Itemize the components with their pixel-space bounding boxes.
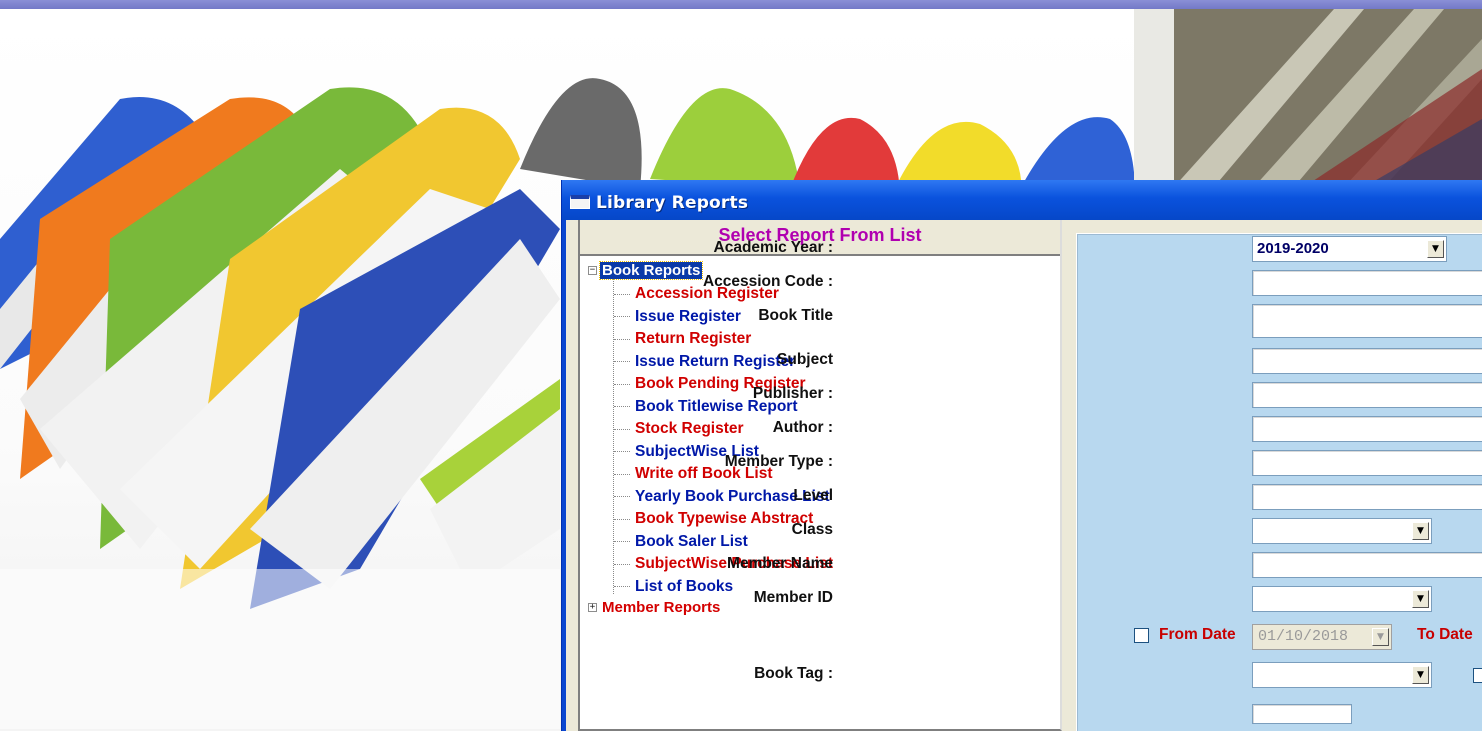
window-icon (570, 195, 590, 209)
tree-node-report[interactable]: Book Saler List (614, 531, 748, 553)
collapse-icon[interactable]: − (588, 265, 597, 275)
window-titlebar[interactable]: Library Reports (562, 180, 1482, 220)
tree-connector (614, 496, 630, 497)
tree-node-book-reports[interactable]: − Book Reports (588, 260, 704, 280)
from-date-checkbox[interactable] (1134, 628, 1149, 643)
dropdown-arrow-icon[interactable]: ▼ (1412, 590, 1429, 608)
to-date-label: To Date (1417, 626, 1473, 643)
academic-year-select[interactable]: 2019-2020 ▼ (1252, 236, 1447, 262)
library-shelf-photo (1134, 9, 1482, 187)
subject-label: Subject (777, 351, 833, 368)
tree-node-report[interactable]: Issue Return Register (614, 351, 795, 373)
tree-node-label[interactable]: Book Reports (598, 260, 704, 280)
report-filter-panel: Academic Year : 2019-2020 ▼ Accession Co… (703, 233, 1482, 731)
tree-connector (614, 316, 630, 317)
from-date-picker[interactable]: 01/10/2018 ▼ (1252, 624, 1392, 650)
accession-code-label: Accession Code : (702, 273, 833, 290)
tree-node-report[interactable]: List of Books (614, 576, 733, 598)
from-date-value: 01/10/2018 (1258, 628, 1349, 645)
desktop-top-strip (0, 0, 1482, 9)
tree-connector (614, 383, 630, 385)
tree-connector (614, 451, 630, 452)
window-title: Library Reports (596, 193, 749, 213)
tree-node-report[interactable]: Issue Register (614, 306, 741, 328)
publisher-input[interactable] (1252, 382, 1482, 408)
tree-connector (614, 293, 630, 295)
report-list-panel: Select Report From List − Book Reports A… (578, 220, 1062, 731)
member-name-input[interactable] (1252, 552, 1482, 578)
book-title-input[interactable] (1252, 304, 1482, 338)
tree-connector (614, 518, 630, 520)
academic-year-value: 2019-2020 (1257, 240, 1329, 257)
tree-node-report[interactable]: Stock Register (614, 418, 744, 440)
tree-connector (614, 563, 630, 565)
tree-connector (614, 406, 630, 407)
book-tag-checkbox[interactable] (1473, 668, 1482, 683)
member-type-label: Member Type : (724, 453, 833, 470)
dropdown-arrow-icon[interactable]: ▼ (1427, 240, 1444, 258)
expand-icon[interactable]: + (588, 602, 597, 612)
class-select[interactable]: ▼ (1252, 518, 1432, 544)
dropdown-arrow-icon[interactable]: ▼ (1412, 666, 1429, 684)
tree-node-label[interactable]: Return Register (635, 330, 751, 348)
subject-input[interactable] (1252, 348, 1482, 374)
window-client-area: Select Report From List − Book Reports A… (566, 220, 1482, 731)
tree-node-member-reports[interactable]: + Member Reports (588, 597, 722, 617)
library-reports-window: Library Reports Select Report From List … (561, 180, 1482, 731)
book-tag-select[interactable]: ▼ (1252, 662, 1432, 688)
dropdown-arrow-icon[interactable]: ▼ (1412, 522, 1429, 540)
tree-connector (614, 361, 630, 362)
member-id-select[interactable]: ▼ (1252, 586, 1432, 612)
tree-node-label[interactable]: Book Saler List (635, 533, 748, 551)
member-name-label: Member Name (727, 555, 833, 572)
book-tag-label: Book Tag : (754, 665, 833, 682)
class-label: Class (791, 521, 833, 538)
publisher-label: Publisher : (752, 385, 833, 402)
tree-connector (614, 586, 630, 587)
accession-code-input[interactable] (1252, 270, 1482, 296)
author-label: Author : (772, 419, 833, 436)
tree-node-label[interactable]: Stock Register (635, 420, 744, 438)
author-input[interactable] (1252, 416, 1482, 442)
tree-connector (614, 428, 630, 430)
book-title-label: Book Title (758, 307, 833, 324)
member-type-input[interactable] (1252, 450, 1482, 476)
tree-node-report[interactable]: Return Register (614, 328, 751, 350)
tree-node-label[interactable]: List of Books (635, 578, 733, 596)
tree-connector (614, 473, 630, 475)
partial-input[interactable] (1252, 704, 1352, 724)
dropdown-arrow-icon[interactable]: ▼ (1372, 628, 1389, 646)
tree-node-label[interactable]: Issue Return Register (635, 353, 795, 371)
tree-connector (614, 338, 630, 340)
tree-node-report[interactable]: Book Typewise Abstract (614, 508, 813, 530)
tree-node-label[interactable]: Book Typewise Abstract (635, 510, 813, 528)
member-id-label: Member ID (753, 589, 833, 606)
from-date-label: From Date (1159, 626, 1236, 643)
tree-node-label[interactable]: Member Reports (600, 599, 722, 616)
level-label: Level (793, 487, 833, 504)
tree-node-label[interactable]: Issue Register (635, 308, 741, 326)
level-input[interactable] (1252, 484, 1482, 510)
academic-year-label: Academic Year : (713, 239, 833, 256)
tree-connector (614, 541, 630, 542)
